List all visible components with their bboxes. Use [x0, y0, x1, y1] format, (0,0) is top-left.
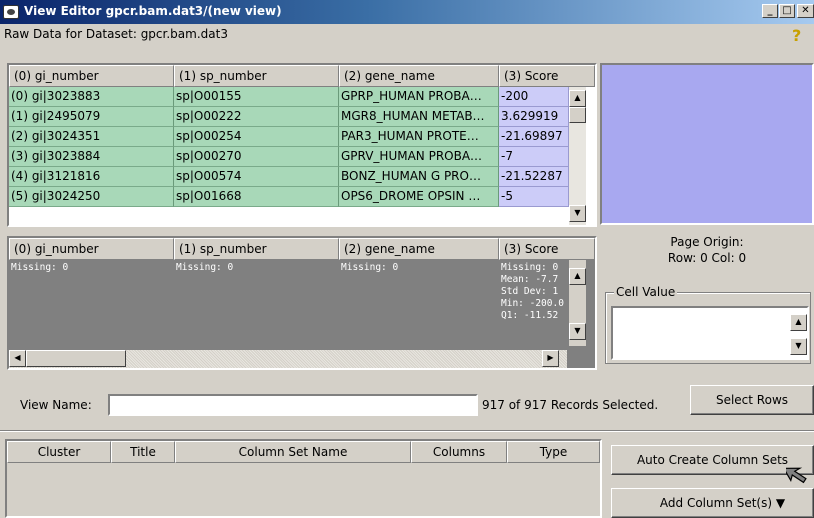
stats-header-gi-number[interactable]: (0) gi_number — [9, 238, 174, 260]
table-cell[interactable]: sp|O00574 — [174, 167, 339, 187]
column-header-sp-number[interactable]: (1) sp_number — [174, 65, 339, 87]
top-table-vertical-scrollbar[interactable]: ▲ ▼ — [569, 87, 586, 225]
column-header-type[interactable]: Type — [507, 441, 600, 463]
table-cell[interactable]: OPS6_DROME OPSIN … — [339, 187, 499, 207]
records-selected-status: 917 of 917 Records Selected. — [482, 398, 659, 412]
table-cell[interactable]: (5) gi|3024250 — [9, 187, 174, 207]
table-cell[interactable]: PAR3_HUMAN PROTE… — [339, 127, 499, 147]
missing-count: Missing: 0 — [341, 262, 399, 273]
table-cell[interactable]: -7 — [499, 147, 569, 167]
table-row[interactable]: (3) gi|3023884 sp|O00270 GPRV_HUMAN PROB… — [9, 147, 569, 167]
stats-horizontal-scrollbar[interactable]: ◀ ▶ — [9, 350, 567, 368]
cell-value-field[interactable]: ▲ ▼ — [611, 306, 809, 360]
table-cell[interactable]: GPRV_HUMAN PROBA… — [339, 147, 499, 167]
view-name-label: View Name: — [20, 398, 92, 412]
column-header-columns[interactable]: Columns — [411, 441, 507, 463]
table-cell[interactable]: -21.52287 — [499, 167, 569, 187]
table-cell[interactable]: -200 — [499, 87, 569, 107]
scroll-up-icon[interactable]: ▲ — [790, 314, 807, 331]
scroll-down-icon[interactable]: ▼ — [569, 205, 586, 222]
page-origin-row-col: Row: 0 Col: 0 — [667, 251, 747, 265]
table-row[interactable]: (0) gi|3023883 sp|O00155 GPRP_HUMAN PROB… — [9, 87, 569, 107]
stats-header-gene-name[interactable]: (2) gene_name — [339, 238, 499, 260]
column-header-cluster[interactable]: Cluster — [7, 441, 111, 463]
table-cell[interactable]: (2) gi|3024351 — [9, 127, 174, 147]
table-cell[interactable]: 3.629919 — [499, 107, 569, 127]
scroll-thumb[interactable] — [26, 350, 126, 367]
window-title: View Editor gpcr.bam.dat3/(new view) — [24, 4, 282, 18]
column-header-title[interactable]: Title — [111, 441, 175, 463]
table-row[interactable]: (4) gi|3121816 sp|O00574 BONZ_HUMAN G PR… — [9, 167, 569, 187]
table-cell[interactable]: (4) gi|3121816 — [9, 167, 174, 187]
scroll-up-icon[interactable]: ▲ — [569, 90, 586, 107]
maximize-button[interactable]: □ — [779, 4, 795, 18]
table-cell[interactable]: sp|O01668 — [174, 187, 339, 207]
page-origin: Page Origin: Row: 0 Col: 0 — [600, 234, 814, 266]
scroll-up-icon[interactable]: ▲ — [569, 268, 586, 285]
table-cell[interactable]: (3) gi|3023884 — [9, 147, 174, 167]
table-cell[interactable]: sp|O00155 — [174, 87, 339, 107]
scroll-thumb[interactable] — [569, 107, 586, 123]
add-column-sets-button[interactable]: Add Column Set(s) ▼ — [611, 488, 814, 518]
table-row[interactable]: (2) gi|3024351 sp|O00254 PAR3_HUMAN PROT… — [9, 127, 569, 147]
score-stats: Missing: 0 Mean: -7.7 Std Dev: 1 Min: -2… — [501, 262, 564, 321]
column-header-gi-number[interactable]: (0) gi_number — [9, 65, 174, 87]
mouse-cursor-icon — [786, 467, 807, 484]
table-cell[interactable]: (0) gi|3023883 — [9, 87, 174, 107]
column-stats-table[interactable]: (0) gi_number (1) sp_number (2) gene_nam… — [7, 236, 597, 370]
table-cell[interactable]: sp|O00222 — [174, 107, 339, 127]
table-cell[interactable]: -5 — [499, 187, 569, 207]
table-cell[interactable]: sp|O00254 — [174, 127, 339, 147]
stats-header-score[interactable]: (3) Score — [499, 238, 595, 260]
divider — [0, 430, 814, 432]
scroll-down-icon[interactable]: ▼ — [790, 338, 807, 355]
scroll-down-icon[interactable]: ▼ — [569, 323, 586, 340]
table-cell[interactable]: sp|O00270 — [174, 147, 339, 167]
table-cell[interactable]: -21.69897 — [499, 127, 569, 147]
title-bar: View Editor gpcr.bam.dat3/(new view) _ □… — [0, 0, 814, 24]
select-rows-button[interactable]: Select Rows — [690, 385, 814, 415]
missing-count: Missing: 0 — [176, 262, 234, 273]
overview-panel[interactable] — [600, 63, 814, 225]
cell-value-label: Cell Value — [614, 285, 678, 299]
table-cell[interactable]: MGR8_HUMAN METAB… — [339, 107, 499, 127]
page-origin-title: Page Origin: — [670, 235, 744, 249]
close-button[interactable]: ✕ — [797, 4, 814, 18]
scroll-right-icon[interactable]: ▶ — [542, 350, 559, 367]
column-set-table[interactable]: Cluster Title Column Set Name Columns Ty… — [5, 439, 602, 518]
view-name-input[interactable] — [108, 394, 478, 416]
stats-header-sp-number[interactable]: (1) sp_number — [174, 238, 339, 260]
column-header-column-set-name[interactable]: Column Set Name — [175, 441, 411, 463]
table-row[interactable]: (5) gi|3024250 sp|O01668 OPS6_DROME OPSI… — [9, 187, 569, 207]
column-header-gene-name[interactable]: (2) gene_name — [339, 65, 499, 87]
minimize-button[interactable]: _ — [762, 4, 778, 18]
stats-vertical-scrollbar[interactable]: ▲ ▼ — [569, 260, 586, 346]
column-header-score[interactable]: (3) Score — [499, 65, 595, 87]
table-cell[interactable]: BONZ_HUMAN G PRO… — [339, 167, 499, 187]
table-cell[interactable]: (1) gi|2495079 — [9, 107, 174, 127]
scroll-left-icon[interactable]: ◀ — [9, 350, 26, 367]
table-cell[interactable]: GPRP_HUMAN PROBA… — [339, 87, 499, 107]
auto-create-column-sets-button[interactable]: Auto Create Column Sets — [611, 445, 814, 475]
raw-data-table[interactable]: (0) gi_number (1) sp_number (2) gene_nam… — [7, 63, 597, 227]
table-row[interactable]: (1) gi|2495079 sp|O00222 MGR8_HUMAN META… — [9, 107, 569, 127]
raw-data-label: Raw Data for Dataset: gpcr.bam.dat3 — [4, 27, 228, 41]
help-icon[interactable]: ? — [792, 26, 810, 45]
app-icon — [3, 5, 19, 19]
missing-count: Missing: 0 — [11, 262, 69, 273]
